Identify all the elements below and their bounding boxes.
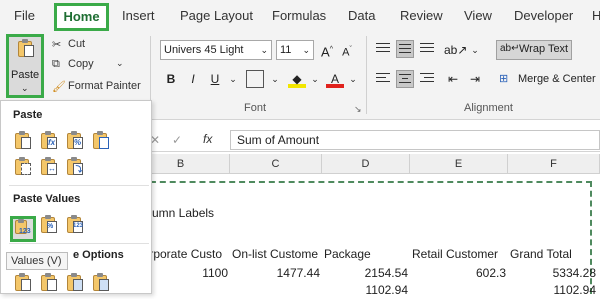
font-family-select[interactable]: Univers 45 Light ⌄ (160, 40, 272, 60)
paste-formatting-icon[interactable] (13, 273, 33, 293)
borders-dropdown-icon[interactable]: ⌄ (266, 70, 284, 88)
tab-developer[interactable]: Developer (514, 8, 573, 23)
paste-values-source-formatting-icon[interactable]: 123 (65, 215, 85, 235)
enter-icon[interactable]: ✓ (172, 133, 182, 147)
align-middle-icon[interactable] (396, 40, 414, 58)
column-header-c[interactable]: C (230, 154, 322, 174)
font-launcher-icon[interactable]: ↘ (354, 104, 362, 115)
paste-transpose-icon[interactable]: ⤵ (65, 157, 85, 177)
font-group-label: Font (244, 102, 267, 114)
orientation-icon[interactable]: ab↗ (444, 41, 467, 59)
format-painter-button[interactable]: Format Painter (68, 80, 141, 92)
align-right-icon[interactable] (418, 70, 436, 88)
formula-input[interactable]: Sum of Amount (230, 130, 600, 150)
tab-insert[interactable]: Insert (122, 8, 155, 23)
paste-keep-source-formatting-icon[interactable] (91, 131, 111, 151)
align-center-icon[interactable] (396, 70, 414, 88)
other-paste-options-heading: e Options (73, 249, 124, 261)
paste-no-borders-icon[interactable] (13, 157, 33, 177)
font-color-button[interactable]: A (326, 70, 344, 88)
chevron-down-icon: ⌄ (260, 45, 268, 55)
paste-link-icon[interactable] (39, 273, 59, 293)
merge-center-label: Merge & Center (518, 73, 596, 85)
paste-label: Paste (11, 69, 40, 81)
alignment-group-label: Alignment (464, 102, 513, 114)
menu-divider (9, 185, 149, 186)
values-badge: 123 (19, 228, 31, 235)
decrease-indent-icon[interactable]: ⇤ (444, 70, 462, 88)
format-painter-icon: 🖌 (52, 81, 66, 93)
table-cell[interactable]: 2154.54 (324, 264, 408, 282)
tab-help[interactable]: H (592, 8, 600, 23)
paste-icon (16, 39, 36, 59)
column-header-e[interactable]: E (410, 154, 508, 174)
underline-button[interactable]: U (206, 70, 224, 88)
cut-icon: ✂ (52, 39, 62, 51)
align-bottom-icon[interactable] (418, 40, 436, 58)
wrap-text-icon: ab↵ (500, 43, 520, 54)
paste-formulas-icon[interactable]: fx (39, 131, 59, 151)
paste-heading: Paste (13, 109, 43, 121)
paste-values-button[interactable]: 123 (10, 216, 36, 242)
ribbon-separator (366, 36, 367, 114)
paste-picture-icon[interactable] (65, 273, 85, 293)
paste-formulas-number-format-icon[interactable]: % (65, 131, 85, 151)
column-header-f[interactable]: F (508, 154, 600, 174)
tab-review[interactable]: Review (400, 8, 443, 23)
shrink-font-button[interactable]: Aˇ (338, 41, 356, 59)
merge-icon: ⊞ (499, 73, 509, 85)
ribbon-tab-bar: File Home Insert Page Layout Formulas Da… (0, 0, 600, 32)
underline-dropdown-icon[interactable]: ⌄ (224, 70, 242, 88)
paste-values-number-format-icon[interactable]: % (39, 215, 59, 235)
table-cell[interactable]: 1102.94 (510, 281, 597, 299)
tooltip: Values (V) (6, 252, 68, 270)
cell-header-c[interactable]: On-list Custome (232, 245, 322, 263)
merge-center-button[interactable]: ⊞ Merge & Center (496, 70, 600, 90)
wrap-text-label: Wrap Text (519, 43, 569, 55)
increase-indent-icon[interactable]: ⇥ (466, 70, 484, 88)
cut-button[interactable]: Cut (68, 38, 85, 50)
tab-file[interactable]: File (14, 8, 35, 23)
paste-icon[interactable] (13, 131, 33, 151)
paste-values-heading: Paste Values (13, 193, 81, 205)
tab-home[interactable]: Home (54, 3, 109, 31)
grow-font-button[interactable]: A^ (318, 41, 336, 59)
fill-color-icon[interactable]: ◆ (288, 70, 306, 88)
cell-header-e[interactable]: Retail Customer (412, 245, 508, 263)
copy-button[interactable]: Copy (68, 58, 94, 70)
cell-header-d[interactable]: Package (324, 245, 410, 263)
italic-button[interactable]: I (184, 70, 202, 88)
cell-header-f[interactable]: Grand Total (510, 245, 598, 263)
tab-data[interactable]: Data (348, 8, 375, 23)
tab-view[interactable]: View (464, 8, 492, 23)
borders-button[interactable] (246, 70, 264, 88)
insert-function-icon[interactable]: fx (203, 132, 212, 146)
menu-divider (9, 243, 149, 244)
table-cell[interactable]: 602.3 (412, 264, 506, 282)
column-header-d[interactable]: D (322, 154, 410, 174)
align-top-icon[interactable] (374, 40, 392, 58)
bold-button[interactable]: B (162, 70, 180, 88)
font-color-dropdown-icon[interactable]: ⌄ (344, 70, 362, 88)
orientation-dropdown-icon[interactable]: ⌄ (466, 41, 484, 59)
chevron-down-icon: ⌄ (302, 45, 310, 55)
paste-keep-column-widths-icon[interactable]: ↔ (39, 157, 59, 177)
copy-icon: ⧉ (52, 58, 60, 70)
copy-marquee-top (140, 181, 592, 183)
tab-page-layout[interactable]: Page Layout (180, 8, 253, 23)
table-cell[interactable]: 5334.28 (510, 264, 596, 282)
paste-linked-picture-icon[interactable] (91, 273, 111, 293)
copy-dropdown-icon[interactable]: ⌄ (116, 58, 124, 69)
table-cell[interactable]: 1102.94 (324, 281, 409, 299)
chevron-down-icon: ⌄ (21, 83, 29, 93)
align-left-icon[interactable] (374, 70, 392, 88)
tab-formulas[interactable]: Formulas (272, 8, 326, 23)
paste-button[interactable]: Paste ⌄ (6, 34, 44, 98)
wrap-text-button[interactable]: ab↵ Wrap Text (496, 40, 572, 60)
fill-color-dropdown-icon[interactable]: ⌄ (306, 70, 324, 88)
font-size-select[interactable]: 11 ⌄ (276, 40, 314, 60)
table-cell[interactable]: 1477.44 (232, 264, 320, 282)
